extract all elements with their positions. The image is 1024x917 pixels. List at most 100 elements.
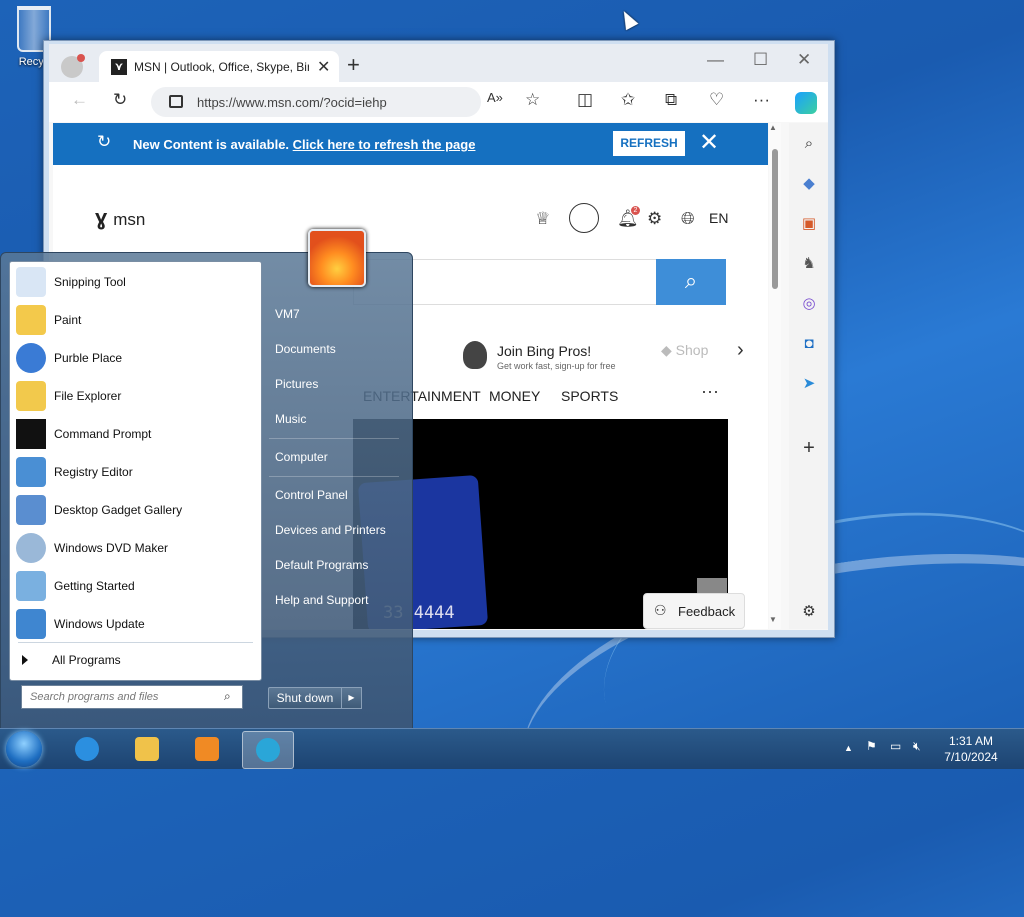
language-label[interactable]: EN: [709, 210, 728, 226]
msn-logo[interactable]: ɣ msn: [95, 205, 145, 231]
sidebar-settings-icon[interactable]: ⚙: [800, 603, 818, 621]
network-icon[interactable]: ▭: [890, 739, 901, 753]
maximize-button[interactable]: ☐: [753, 50, 768, 70]
start-right-devices-printers[interactable]: Devices and Printers: [275, 523, 386, 537]
more-icon[interactable]: ···: [753, 90, 770, 110]
shop-link[interactable]: ◆ Shop: [661, 342, 721, 359]
shutdown-options-arrow-icon[interactable]: ▶: [341, 687, 362, 709]
program-item[interactable]: Paint: [14, 302, 254, 338]
settings-gear-icon[interactable]: ⚙: [647, 209, 662, 229]
system-clock[interactable]: 1:31 AM 7/10/2024: [936, 733, 1006, 765]
taskbar-media-player[interactable]: [182, 731, 232, 767]
search-placeholder: Search programs and files: [30, 691, 159, 703]
promo-title: Join Bing Pros!: [497, 343, 592, 359]
toolbox-icon[interactable]: ▣: [800, 215, 818, 233]
scroll-down-icon[interactable]: ▼: [769, 615, 777, 624]
favorites-icon[interactable]: ✩: [621, 90, 635, 110]
mouse-cursor-icon: [617, 7, 639, 31]
m365-icon[interactable]: ◎: [800, 295, 818, 313]
nav-more-icon[interactable]: ···: [701, 381, 719, 402]
start-right-control-panel[interactable]: Control Panel: [275, 488, 348, 502]
start-right-default-programs[interactable]: Default Programs: [275, 558, 368, 572]
edge-sidebar: ⌕ ◆ ▣ ♞ ◎ ◘ ➤ + ⚙: [789, 123, 828, 629]
rewards-trophy-icon[interactable]: ♕: [535, 209, 550, 229]
start-right-documents[interactable]: Documents: [275, 342, 336, 356]
sidebar-search-icon[interactable]: ⌕: [800, 135, 818, 153]
scroll-up-icon[interactable]: ▲: [769, 123, 777, 132]
chevron-right-icon[interactable]: ›: [737, 339, 744, 362]
add-icon[interactable]: +: [800, 438, 818, 458]
favorite-star-icon[interactable]: ☆: [525, 90, 540, 110]
start-search-input[interactable]: Search programs and files ⌕: [21, 685, 243, 709]
program-item[interactable]: Windows DVD Maker: [14, 530, 254, 566]
search-icon: ⌕: [684, 268, 698, 293]
collections-icon[interactable]: ⧉: [665, 90, 677, 110]
close-window-button[interactable]: ✕: [797, 50, 811, 70]
sidebar-tag-icon[interactable]: ◆: [800, 175, 818, 193]
notification-badge: 2: [631, 206, 640, 215]
lock-icon: [169, 95, 183, 108]
taskbar-edge[interactable]: [242, 731, 294, 769]
program-label: Paint: [54, 313, 82, 327]
taskbar-ie[interactable]: [62, 731, 112, 767]
chess-icon[interactable]: ♞: [800, 255, 818, 273]
tab-close-icon[interactable]: ✕: [317, 57, 330, 77]
tab-msn[interactable]: ⋎ MSN | Outlook, Office, Skype, Bing ✕: [99, 51, 339, 82]
program-item[interactable]: Snipping Tool: [14, 264, 254, 300]
program-item[interactable]: Purble Place: [14, 340, 254, 376]
refresh-icon[interactable]: ↻: [113, 90, 127, 110]
program-item[interactable]: Command Prompt: [14, 416, 254, 452]
refresh-button[interactable]: REFRESH: [613, 131, 685, 156]
shutdown-button[interactable]: Shut down: [268, 687, 342, 709]
scroll-thumb[interactable]: [772, 149, 778, 289]
vertical-scrollbar[interactable]: ▲ ▼: [769, 123, 781, 629]
clock-date: 7/10/2024: [944, 750, 998, 764]
program-item[interactable]: File Explorer: [14, 378, 254, 414]
program-item[interactable]: Desktop Gadget Gallery: [14, 492, 254, 528]
shop-label: Shop: [675, 342, 709, 358]
profile-avatar-icon[interactable]: [61, 54, 85, 78]
start-right-user[interactable]: VM7: [275, 307, 300, 321]
start-right-computer[interactable]: Computer: [275, 450, 328, 464]
banner-refresh-link[interactable]: Click here to refresh the page: [293, 137, 476, 152]
show-hidden-icons-icon[interactable]: ▲: [844, 743, 853, 753]
new-tab-button[interactable]: +: [347, 52, 360, 78]
magnifier-icon: ⌕: [224, 689, 231, 703]
banner-close-icon[interactable]: ✕: [699, 128, 719, 157]
read-aloud-icon[interactable]: A»: [487, 90, 503, 105]
start-right-music[interactable]: Music: [275, 412, 306, 426]
telegram-icon[interactable]: ➤: [800, 375, 818, 393]
program-item[interactable]: Windows Update: [14, 606, 254, 642]
explorer-folder-icon: [135, 737, 159, 761]
snipping-tool-icon: [16, 267, 46, 297]
paint-icon: [16, 305, 46, 335]
internet-explorer-icon: [75, 737, 99, 761]
all-programs-link[interactable]: All Programs: [52, 653, 121, 667]
feedback-icon: ⚇: [654, 602, 667, 618]
nav-sports[interactable]: SPORTS: [561, 388, 618, 404]
program-item[interactable]: Getting Started: [14, 568, 254, 604]
nav-money[interactable]: MONEY: [489, 388, 540, 404]
user-picture[interactable]: [308, 229, 366, 287]
action-center-flag-icon[interactable]: ⚑: [866, 739, 877, 753]
start-orb-icon[interactable]: [6, 731, 42, 767]
back-icon[interactable]: ←: [71, 90, 88, 110]
address-bar[interactable]: https://www.msn.com/?ocid=iehp: [151, 87, 481, 117]
browser-essentials-icon[interactable]: ♡: [709, 90, 724, 110]
minimize-button[interactable]: —: [707, 50, 724, 70]
feedback-button[interactable]: ⚇ Feedback: [643, 593, 745, 629]
sign-in-avatar-icon[interactable]: [569, 203, 599, 233]
start-right-help-support[interactable]: Help and Support: [275, 593, 368, 607]
banner-message: New Content is available.: [133, 137, 290, 152]
volume-muted-icon[interactable]: 🔇︎: [913, 739, 921, 754]
start-right-pictures[interactable]: Pictures: [275, 377, 318, 391]
globe-icon[interactable]: 🌐︎: [681, 209, 695, 229]
msn-search-button[interactable]: ⌕: [656, 259, 726, 305]
copilot-icon[interactable]: [795, 92, 817, 114]
dvd-maker-icon: [16, 533, 46, 563]
split-screen-icon[interactable]: ◫: [577, 90, 593, 110]
program-item[interactable]: Registry Editor: [14, 454, 254, 490]
program-label: Command Prompt: [54, 427, 152, 441]
taskbar-explorer[interactable]: [122, 731, 172, 767]
outlook-icon[interactable]: ◘: [800, 335, 818, 353]
